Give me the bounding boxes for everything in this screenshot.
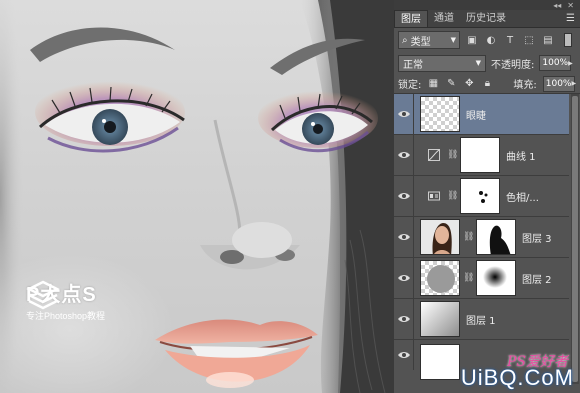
layer-name[interactable]: 色相/... (506, 189, 539, 204)
layers-panel: ◂◂ ✕ 图层 通道 历史记录 ☰ ⌕ 类型 ▼ ▣ ◐ T ⬚ ▤ 正常 ▼ … (393, 0, 580, 393)
site-watermark: UiBQ.CoM (460, 365, 574, 390)
lips (155, 319, 318, 388)
link-icon[interactable]: ⛓ (447, 191, 458, 201)
layer-mask-thumbnail[interactable] (476, 219, 516, 255)
chevron-down-icon: ▼ (475, 59, 481, 67)
blend-mode-select[interactable]: 正常 ▼ (398, 54, 486, 72)
visibility-eye-icon[interactable] (394, 216, 414, 258)
link-icon[interactable]: ⛓ (463, 232, 474, 242)
layer-name[interactable]: 曲线 1 (506, 148, 536, 163)
layer-name[interactable]: 图层 1 (466, 312, 496, 327)
lock-paint-icon[interactable]: ✎ (445, 78, 457, 90)
layer-thumbnail[interactable] (420, 260, 460, 296)
lock-row: 锁定: ▦ ✎ ✥ 🔒︎ 填充: 100% ▶ (394, 74, 580, 94)
image-icon[interactable]: ▣ (465, 33, 479, 47)
panel-titlebar[interactable]: ◂◂ ✕ (394, 0, 580, 10)
layer-thumbnail[interactable] (420, 96, 460, 132)
lock-label: 锁定: (398, 80, 422, 91)
curves-icon[interactable] (424, 149, 444, 161)
visibility-eye-icon[interactable] (394, 134, 414, 176)
link-icon[interactable]: ⛓ (447, 150, 458, 160)
visibility-eye-icon[interactable] (394, 93, 414, 135)
fill-field[interactable]: 100% ▶ (542, 75, 576, 92)
chevron-right-icon[interactable]: ▶ (568, 60, 573, 67)
opacity-field[interactable]: 100% ▶ (539, 55, 573, 71)
fill-label: 填充: (513, 80, 537, 91)
opacity-label: 不透明度: (491, 59, 535, 71)
document-canvas[interactable]: P大点S 专注Photoshop教程 (0, 0, 393, 393)
tab-layers[interactable]: 图层 (394, 10, 428, 27)
layer-row[interactable]: ⛓ 曲线 1 (394, 134, 569, 176)
chevron-right-icon[interactable]: ▶ (571, 80, 576, 87)
layer-name[interactable]: 眼睫 (466, 107, 486, 122)
panel-tabs: 图层 通道 历史记录 ☰ (394, 10, 580, 28)
search-icon: ⌕ (402, 34, 408, 46)
layer-name[interactable]: 图层 3 (522, 230, 552, 245)
lock-all-icon[interactable]: 🔒︎ (481, 78, 493, 90)
portrait-photo (0, 0, 393, 393)
lock-transparency-icon[interactable]: ▦ (427, 78, 439, 90)
collapse-icon[interactable]: ◂◂ (553, 1, 561, 10)
tab-channels[interactable]: 通道 (428, 10, 460, 27)
adjustment-icon[interactable]: ◐ (484, 33, 498, 47)
link-icon[interactable]: ⛓ (463, 273, 474, 283)
filter-kind-select[interactable]: ⌕ 类型 ▼ (398, 31, 460, 49)
layer-list-scrollbar[interactable] (571, 94, 579, 384)
layer-mask-thumbnail[interactable] (460, 178, 500, 214)
visibility-eye-icon[interactable] (394, 175, 414, 217)
type-icon[interactable]: T (503, 33, 517, 47)
layer-row[interactable]: 眼睫 (394, 93, 569, 135)
close-icon[interactable]: ✕ (567, 1, 574, 10)
layers-stack-icon (26, 280, 60, 310)
visibility-eye-icon[interactable] (394, 298, 414, 340)
layer-list: 眼睫 ⛓ 曲线 1 ⛓ 色相/... ⛓ 图层 3 ⛓ 图层 2 图层 1 (394, 93, 569, 380)
layer-filter-bar: ⌕ 类型 ▼ ▣ ◐ T ⬚ ▤ (394, 28, 580, 52)
layer-row[interactable]: ⛓ 图层 2 (394, 257, 569, 299)
visibility-eye-icon[interactable] (394, 340, 414, 370)
layer-row[interactable]: ⛓ 色相/... (394, 175, 569, 217)
left-eyebrow (30, 27, 175, 62)
layer-row[interactable]: ⛓ 图层 3 (394, 216, 569, 258)
layer-thumbnail[interactable] (420, 219, 460, 255)
layer-name[interactable]: 图层 2 (522, 271, 552, 286)
opacity-value: 100% (542, 58, 569, 68)
layer-thumbnail[interactable] (420, 344, 460, 380)
filter-kind-label: 类型 (410, 36, 431, 48)
layer-thumbnail[interactable] (420, 301, 460, 337)
layer-mask-thumbnail[interactable] (460, 137, 500, 173)
layer-row[interactable]: 图层 1 (394, 298, 569, 340)
shape-icon[interactable]: ⬚ (522, 33, 536, 47)
blend-row: 正常 ▼ 不透明度: 100% ▶ (394, 52, 580, 74)
hue-saturation-icon[interactable] (424, 190, 444, 202)
visibility-eye-icon[interactable] (394, 257, 414, 299)
smart-object-icon[interactable]: ▤ (541, 33, 555, 47)
brand-watermark: P大点S 专注Photoshop教程 (26, 278, 105, 322)
tab-history[interactable]: 历史记录 (460, 10, 512, 27)
layer-mask-thumbnail[interactable] (476, 260, 516, 296)
chevron-down-icon: ▼ (450, 36, 456, 44)
fill-value: 100% (545, 78, 572, 89)
blend-mode-value: 正常 (403, 59, 423, 71)
filter-toggle[interactable] (564, 33, 572, 47)
panel-menu-icon[interactable]: ☰ (566, 13, 575, 24)
scrollbar-thumb[interactable] (572, 96, 578, 382)
lock-move-icon[interactable]: ✥ (463, 78, 475, 90)
